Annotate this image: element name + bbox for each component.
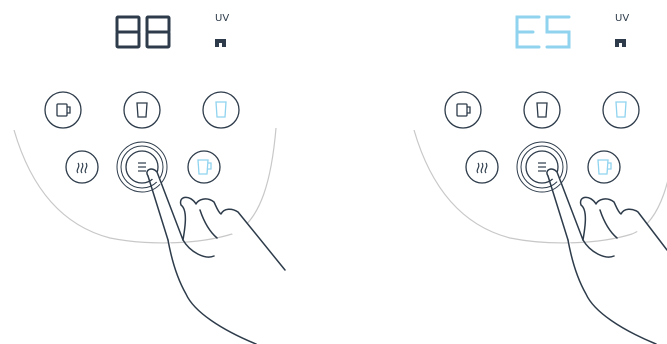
tall-cup-button[interactable]: [602, 91, 640, 129]
menu-button[interactable]: [516, 141, 568, 193]
menu-button[interactable]: [116, 141, 168, 193]
mug-icon: [56, 103, 71, 117]
pitcher-button[interactable]: [587, 150, 621, 184]
uv-label: UV: [215, 13, 229, 24]
pitcher-button[interactable]: [187, 150, 221, 184]
tall-cup-icon: [215, 101, 227, 118]
steam-button[interactable]: [65, 150, 99, 184]
diagram-canvas: UV UV: [13, 13, 667, 344]
tall-cup-button[interactable]: [202, 91, 240, 129]
segment-display: [515, 15, 571, 49]
hand-illustration: [146, 168, 286, 344]
segment-display: [115, 15, 171, 49]
tall-cup-icon: [615, 101, 627, 118]
cup-icon: [536, 102, 548, 118]
mug-button[interactable]: [444, 91, 482, 129]
cup-icon: [136, 102, 148, 118]
panel-before: UV: [13, 13, 286, 344]
menu-icon: [538, 162, 546, 172]
uv-label: UV: [615, 13, 629, 24]
steam-icon: [476, 162, 488, 174]
steam-icon: [76, 162, 88, 174]
menu-icon: [138, 162, 146, 172]
steam-button[interactable]: [465, 150, 499, 184]
pitcher-icon: [597, 159, 612, 175]
panel-after: UV: [413, 13, 667, 344]
cup-button[interactable]: [523, 91, 561, 129]
cup-button[interactable]: [123, 91, 161, 129]
hand-illustration: [546, 168, 667, 344]
mug-icon: [456, 103, 471, 117]
mug-button[interactable]: [44, 91, 82, 129]
pitcher-icon: [197, 159, 212, 175]
